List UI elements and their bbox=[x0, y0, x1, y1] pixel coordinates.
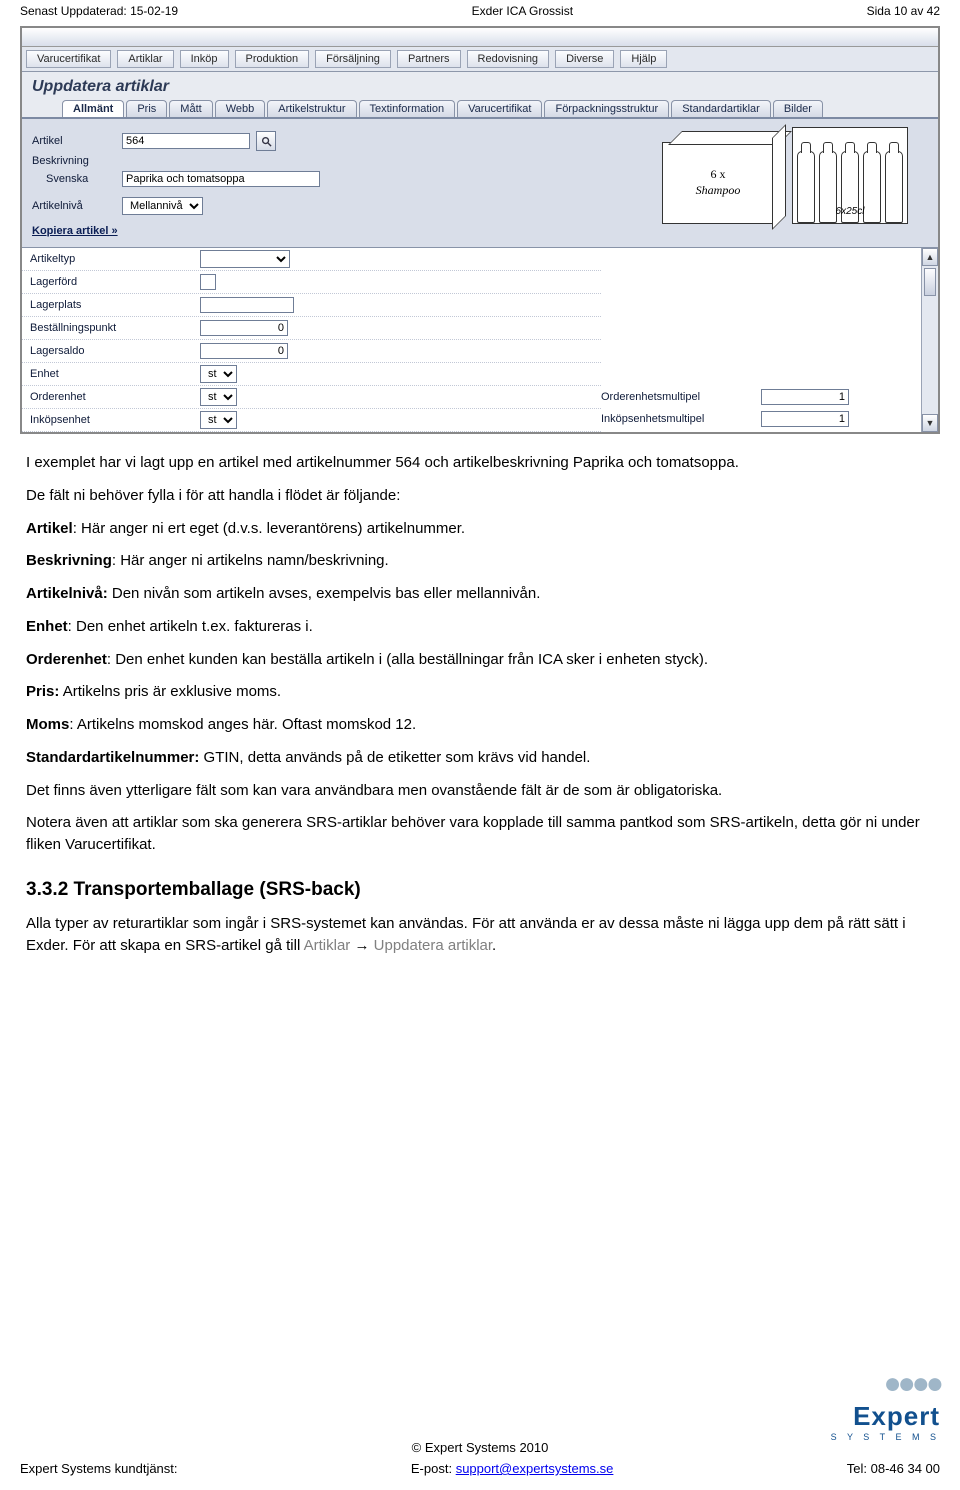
inkopsenhetsmultipel-input[interactable] bbox=[761, 411, 849, 427]
section-heading: 3.3.2 Transportemballage (SRS-back) bbox=[26, 876, 934, 904]
tab-webb[interactable]: Webb bbox=[215, 100, 266, 117]
product-illustration: 6 x Shampoo 6x25cl bbox=[662, 127, 908, 224]
footer-copyright: © Expert Systems 2010 bbox=[20, 1440, 940, 1455]
app-window: Varucertifikat Artiklar Inköp Produktion… bbox=[20, 26, 940, 434]
menu-artiklar[interactable]: Artiklar bbox=[117, 50, 173, 68]
tab-textinformation[interactable]: Textinformation bbox=[359, 100, 456, 117]
scroll-thumb[interactable] bbox=[924, 268, 936, 296]
inkopsenhet-label: Inköpsenhet bbox=[22, 414, 200, 426]
menu-redovisning[interactable]: Redovisning bbox=[467, 50, 550, 68]
header-center: Exder ICA Grossist bbox=[472, 4, 573, 18]
lagerford-label: Lagerförd bbox=[22, 276, 200, 288]
beskrivning-lang-label: Svenska bbox=[46, 173, 122, 185]
page-title: Uppdatera artiklar bbox=[22, 72, 938, 100]
support-email-link[interactable]: support@expertsystems.se bbox=[456, 1461, 614, 1476]
document-body: I exemplet har vi lagt upp en artikel me… bbox=[20, 434, 940, 957]
inkopsenhetsmultipel-label: Inköpsenhetsmultipel bbox=[601, 413, 761, 425]
form-grid: Artikeltyp Lagerförd Lagerplats Beställn… bbox=[22, 247, 938, 432]
tab-bilder[interactable]: Bilder bbox=[773, 100, 823, 117]
para-12: Notera även att artiklar som ska generer… bbox=[26, 812, 934, 856]
logo-subtitle: S Y S T E M S bbox=[831, 1432, 940, 1442]
enhet-label: Enhet bbox=[22, 368, 200, 380]
lagerford-checkbox[interactable] bbox=[200, 274, 216, 290]
artikelniva-label: Artikelnivå bbox=[32, 200, 122, 212]
bestallningspunkt-label: Beställningspunkt bbox=[22, 322, 200, 334]
artikel-input[interactable] bbox=[122, 133, 250, 149]
vertical-scrollbar[interactable]: ▲ ▼ bbox=[921, 248, 938, 432]
artikel-search-button[interactable] bbox=[256, 131, 276, 151]
orderenhet-select[interactable]: st bbox=[200, 388, 237, 406]
artikeltyp-label: Artikeltyp bbox=[22, 253, 200, 265]
footer-left: Expert Systems kundtjänst: bbox=[20, 1461, 178, 1476]
lagersaldo-label: Lagersaldo bbox=[22, 345, 200, 357]
lagerplats-input[interactable] bbox=[200, 297, 294, 313]
menubar: Varucertifikat Artiklar Inköp Produktion… bbox=[22, 47, 938, 72]
form-header: Artikel Beskrivning Svenska Artikelnivå … bbox=[22, 119, 938, 247]
tab-standardartiklar[interactable]: Standardartiklar bbox=[671, 100, 771, 117]
para-1: I exemplet har vi lagt upp en artikel me… bbox=[26, 452, 934, 474]
doc-header: Senast Uppdaterad: 15-02-19 Exder ICA Gr… bbox=[20, 0, 940, 26]
menu-inkop[interactable]: Inköp bbox=[180, 50, 229, 68]
para-10: Standardartikelnummer: GTIN, detta använ… bbox=[26, 747, 934, 769]
scroll-up-icon[interactable]: ▲ bbox=[922, 248, 938, 266]
para-5: Artikelnivå: Den nivån som artikeln avse… bbox=[26, 583, 934, 605]
box-text-2: Shampoo bbox=[663, 183, 773, 198]
page-footer: ●●●● Expert S Y S T E M S © Expert Syste… bbox=[20, 1440, 940, 1476]
inkopsenhet-select[interactable]: st bbox=[200, 411, 237, 429]
tab-forpackningsstruktur[interactable]: Förpackningsstruktur bbox=[544, 100, 669, 117]
menu-hjalp[interactable]: Hjälp bbox=[620, 50, 667, 68]
bottles-label: 6x25cl bbox=[793, 206, 907, 217]
footer-right: Tel: 08-46 34 00 bbox=[847, 1461, 940, 1476]
menu-produktion[interactable]: Produktion bbox=[235, 50, 310, 68]
menu-diverse[interactable]: Diverse bbox=[555, 50, 614, 68]
tab-allmant[interactable]: Allmänt bbox=[62, 100, 124, 117]
tab-varucertifikat[interactable]: Varucertifikat bbox=[457, 100, 542, 117]
para-13: Alla typer av returartiklar som ingår i … bbox=[26, 913, 934, 957]
lagerplats-label: Lagerplats bbox=[22, 299, 200, 311]
para-9: Moms: Artikelns momskod anges här. Oftas… bbox=[26, 714, 934, 736]
tab-pris[interactable]: Pris bbox=[126, 100, 167, 117]
para-11: Det finns även ytterligare fält som kan … bbox=[26, 780, 934, 802]
beskrivning-input[interactable] bbox=[122, 171, 320, 187]
header-right: Sida 10 av 42 bbox=[867, 4, 940, 18]
tab-bar: Allmänt Pris Mått Webb Artikelstruktur T… bbox=[22, 100, 938, 119]
orderenhet-label: Orderenhet bbox=[22, 391, 200, 403]
box-illustration: 6 x Shampoo bbox=[662, 142, 774, 224]
box-text-1: 6 x bbox=[663, 167, 773, 182]
orderenhetsmultipel-label: Orderenhetsmultipel bbox=[601, 391, 761, 403]
orderenhetsmultipel-input[interactable] bbox=[761, 389, 849, 405]
scroll-down-icon[interactable]: ▼ bbox=[922, 414, 938, 432]
bottles-illustration: 6x25cl bbox=[792, 127, 908, 224]
para-3: Artikel: Här anger ni ert eget (d.v.s. l… bbox=[26, 518, 934, 540]
expert-logo: ●●●● Expert S Y S T E M S bbox=[831, 1367, 940, 1442]
logo-dots-icon: ●●●● bbox=[831, 1367, 940, 1401]
para-7: Orderenhet: Den enhet kunden kan beställ… bbox=[26, 649, 934, 671]
artikelniva-select[interactable]: Mellannivå bbox=[122, 197, 203, 215]
para-4: Beskrivning: Här anger ni artikelns namn… bbox=[26, 550, 934, 572]
logo-word: Expert bbox=[831, 1401, 940, 1432]
tab-matt[interactable]: Mått bbox=[169, 100, 212, 117]
artikeltyp-select[interactable] bbox=[200, 250, 290, 268]
header-left: Senast Uppdaterad: 15-02-19 bbox=[20, 4, 178, 18]
menu-partners[interactable]: Partners bbox=[397, 50, 461, 68]
footer-mid: E-post: support@expertsystems.se bbox=[411, 1461, 614, 1476]
para-2: De fält ni behöver fylla i för att handl… bbox=[26, 485, 934, 507]
para-6: Enhet: Den enhet artikeln t.ex. fakturer… bbox=[26, 616, 934, 638]
menu-forsaljning[interactable]: Försäljning bbox=[315, 50, 391, 68]
lagersaldo-input[interactable] bbox=[200, 343, 288, 359]
window-titlebar bbox=[22, 28, 938, 47]
bestallningspunkt-input[interactable] bbox=[200, 320, 288, 336]
beskrivning-label: Beskrivning bbox=[32, 155, 122, 167]
enhet-select[interactable]: st bbox=[200, 365, 237, 383]
search-icon bbox=[261, 136, 272, 147]
para-8: Pris: Artikelns pris är exklusive moms. bbox=[26, 681, 934, 703]
tab-artikelstruktur[interactable]: Artikelstruktur bbox=[267, 100, 356, 117]
menu-varucertifikat[interactable]: Varucertifikat bbox=[26, 50, 111, 68]
artikel-label: Artikel bbox=[32, 135, 122, 147]
